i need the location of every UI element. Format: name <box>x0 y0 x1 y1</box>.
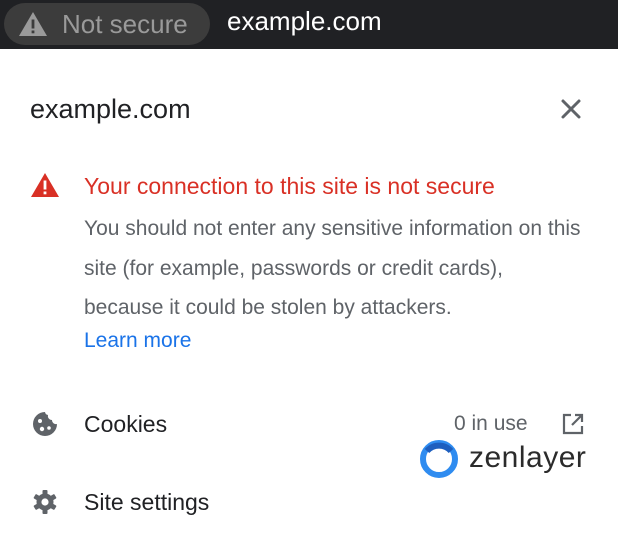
connection-warning-title: Your connection to this site is not secu… <box>84 173 495 199</box>
cookie-icon <box>33 412 57 436</box>
site-settings-row[interactable]: Site settings <box>0 474 618 530</box>
zenlayer-logo-icon <box>420 440 458 478</box>
warning-triangle-icon <box>19 12 47 36</box>
close-icon[interactable] <box>556 94 586 124</box>
zenlayer-watermark: zenlayer <box>419 437 609 481</box>
connection-warning-body: You should not enter any sensitive infor… <box>84 217 581 319</box>
panel-title: example.com <box>30 94 191 124</box>
security-status-label: Not secure <box>62 9 188 39</box>
site-settings-label: Site settings <box>84 489 210 515</box>
warning-triangle-icon <box>31 173 59 197</box>
address-url[interactable]: example.com <box>227 6 382 36</box>
security-status-chip[interactable]: Not secure <box>4 3 210 45</box>
browser-address-bar: Not secure example.com <box>0 0 618 49</box>
site-info-panel: example.com Your connection to this site… <box>0 49 618 554</box>
gear-icon <box>33 490 57 514</box>
watermark-text: zenlayer <box>469 441 587 474</box>
external-link-icon[interactable] <box>561 412 585 436</box>
cookies-label: Cookies <box>84 411 168 437</box>
cookies-count: 0 in use <box>454 412 528 435</box>
learn-more-link[interactable]: Learn more <box>84 327 191 355</box>
